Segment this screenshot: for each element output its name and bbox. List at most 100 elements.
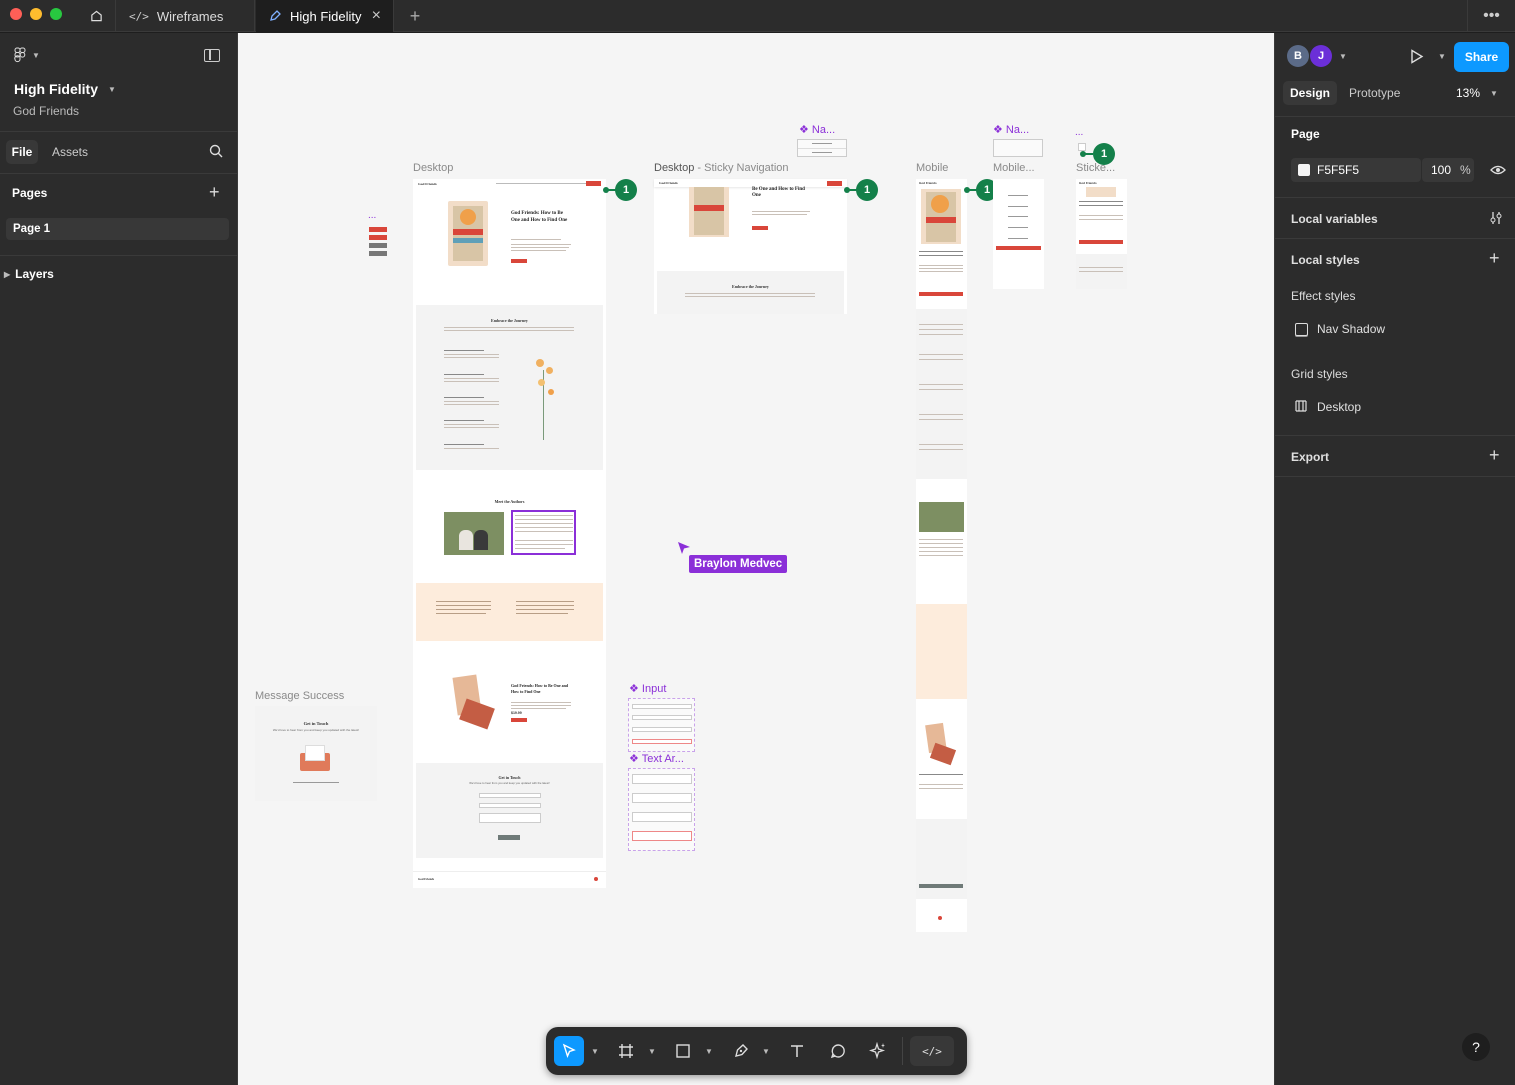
dev-mode-toggle[interactable]: </>: [910, 1036, 954, 1066]
chevron-down-icon[interactable]: ▼: [591, 1047, 599, 1056]
contact-subtitle: We'd love to hear from you and keep you …: [469, 781, 550, 785]
mobile-nav-component[interactable]: [993, 139, 1043, 157]
component-dots[interactable]: ...: [1075, 127, 1083, 138]
chevron-down-icon[interactable]: ▼: [648, 1047, 656, 1056]
play-icon[interactable]: [1410, 49, 1424, 64]
new-tab-button[interactable]: +: [395, 0, 435, 32]
sticky-nav-frame[interactable]: God Friends Be One and How to Find One E…: [654, 179, 847, 314]
effect-style-item[interactable]: Nav Shadow: [1317, 322, 1385, 336]
main-menu-button[interactable]: ▼: [14, 47, 40, 63]
prototype-connection[interactable]: [1080, 151, 1093, 157]
minimize-window-button[interactable]: [30, 8, 42, 20]
badge-number: 1: [622, 184, 630, 196]
file-title[interactable]: High Fidelity ▼: [14, 81, 116, 97]
close-window-button[interactable]: [10, 8, 22, 20]
nav-component-frame[interactable]: [797, 139, 847, 157]
add-page-button[interactable]: +: [209, 182, 220, 203]
toggle-sidebar-icon[interactable]: [204, 49, 220, 62]
page-opacity-field[interactable]: 100 %: [1422, 158, 1474, 182]
nav-brand: God Friends: [659, 181, 678, 185]
frame-label-desktop[interactable]: Desktop: [413, 162, 453, 174]
nav-brand: God Friends: [919, 181, 937, 185]
tab-prototype[interactable]: Prototype: [1349, 86, 1400, 100]
share-button[interactable]: Share: [1454, 42, 1509, 72]
mobile-menu-frame[interactable]: [993, 179, 1044, 289]
message-success-frame[interactable]: Get in Touch We'd love to hear from you …: [255, 706, 377, 801]
frame-tool[interactable]: [611, 1036, 641, 1066]
zoom-dropdown[interactable]: 13% ▼: [1456, 86, 1498, 100]
left-sidebar: ▼ High Fidelity ▼ God Friends File Asset…: [0, 33, 238, 1085]
color-swatch[interactable]: [1298, 164, 1310, 176]
comment-tool[interactable]: [823, 1036, 853, 1066]
grid-style-item[interactable]: Desktop: [1317, 400, 1361, 414]
sticky-mobile-nav-thumb[interactable]: [1078, 143, 1086, 151]
avatar-initial: B: [1294, 50, 1302, 62]
selected-text-block[interactable]: [511, 510, 576, 555]
mobile-frame[interactable]: God Friends: [916, 179, 967, 932]
actions-tool[interactable]: [863, 1036, 893, 1066]
chevron-down-icon[interactable]: ▼: [762, 1047, 770, 1056]
cursor-arrow-icon: [562, 1043, 576, 1058]
flow-badge[interactable]: 1: [856, 179, 878, 201]
export-heading: Export: [1291, 450, 1330, 464]
component-buttons-dots[interactable]: ...: [368, 210, 376, 221]
text-tool[interactable]: [782, 1036, 812, 1066]
chevron-down-icon[interactable]: ▼: [705, 1047, 713, 1056]
search-icon[interactable]: [209, 144, 223, 158]
textarea-component-set[interactable]: [628, 768, 695, 851]
tab-design[interactable]: Design: [1283, 81, 1337, 105]
tab-wireframes[interactable]: </> Wireframes: [117, 0, 255, 32]
component-input-label[interactable]: ❖ Input: [629, 682, 666, 695]
input-component-set[interactable]: [628, 698, 695, 752]
layers-section-toggle[interactable]: ▶ Layers: [4, 267, 54, 281]
pages-heading: Pages: [12, 186, 48, 200]
zoom-window-button[interactable]: [50, 8, 62, 20]
shape-tool[interactable]: [668, 1036, 698, 1066]
flower-illustration: [524, 355, 564, 445]
eye-icon[interactable]: [1490, 164, 1506, 176]
frame-label-mobile-2[interactable]: Mobile...: [993, 162, 1035, 174]
sticky-mobile-frame[interactable]: God Friends: [1076, 179, 1127, 289]
component-nav-label-2[interactable]: ❖ Na...: [993, 123, 1029, 136]
component-textarea-label[interactable]: ❖ Text Ar...: [629, 752, 684, 765]
plus-icon: +: [209, 182, 220, 202]
tab-assets[interactable]: Assets: [52, 145, 88, 159]
help-button[interactable]: ?: [1462, 1033, 1490, 1061]
journey-section: Embrace the Journey: [416, 305, 603, 470]
journey-title: Embrace the Journey: [491, 318, 528, 323]
page-color-field[interactable]: F5F5F5: [1291, 158, 1421, 182]
project-name[interactable]: God Friends: [13, 104, 79, 118]
frame-label-sticky[interactable]: Desktop - Sticky Navigation: [654, 162, 789, 174]
frame-label-sticky-mobile[interactable]: Sticke...: [1076, 162, 1115, 174]
add-export-button[interactable]: +: [1489, 445, 1500, 466]
avatar[interactable]: B: [1287, 45, 1309, 67]
tab-high-fidelity[interactable]: High Fidelity ×: [256, 0, 394, 32]
more-options-button[interactable]: •••: [1467, 0, 1515, 32]
design-canvas[interactable]: ❖ Na... ❖ Na... ... ... Desktop Desktop …: [238, 33, 1274, 1085]
avatar[interactable]: J: [1310, 45, 1332, 67]
flow-badge[interactable]: 1: [615, 179, 637, 201]
home-tab[interactable]: [78, 0, 116, 32]
tab-file[interactable]: File: [6, 140, 38, 164]
move-tool[interactable]: [554, 1036, 584, 1066]
frame-label-message-success[interactable]: Message Success: [255, 690, 344, 702]
add-style-button[interactable]: +: [1489, 248, 1500, 269]
pen-tool[interactable]: [726, 1036, 756, 1066]
message-subtitle: We'd love to hear from you and keep you …: [272, 728, 360, 732]
chevron-down-icon[interactable]: ▼: [1339, 52, 1347, 61]
frame-label-mobile[interactable]: Mobile: [916, 162, 948, 174]
local-variables-heading[interactable]: Local variables: [1291, 212, 1378, 226]
close-tab-icon[interactable]: ×: [372, 7, 381, 25]
page-color-hex[interactable]: F5F5F5: [1317, 163, 1359, 177]
flow-badge[interactable]: 1: [1093, 143, 1115, 165]
page-item[interactable]: Page 1: [6, 218, 229, 240]
pen-icon: [735, 1044, 748, 1057]
variables-settings-icon[interactable]: [1489, 211, 1503, 225]
plus-icon: +: [409, 5, 421, 26]
envelope-illustration: [297, 743, 333, 773]
desktop-frame[interactable]: God Friends God Friends: How to Be One a…: [413, 179, 606, 888]
component-nav-label[interactable]: ❖ Na...: [799, 123, 835, 136]
chevron-down-icon[interactable]: ▼: [1438, 52, 1446, 61]
button-variants[interactable]: [369, 227, 387, 261]
page-opacity-value[interactable]: 100: [1431, 163, 1451, 177]
